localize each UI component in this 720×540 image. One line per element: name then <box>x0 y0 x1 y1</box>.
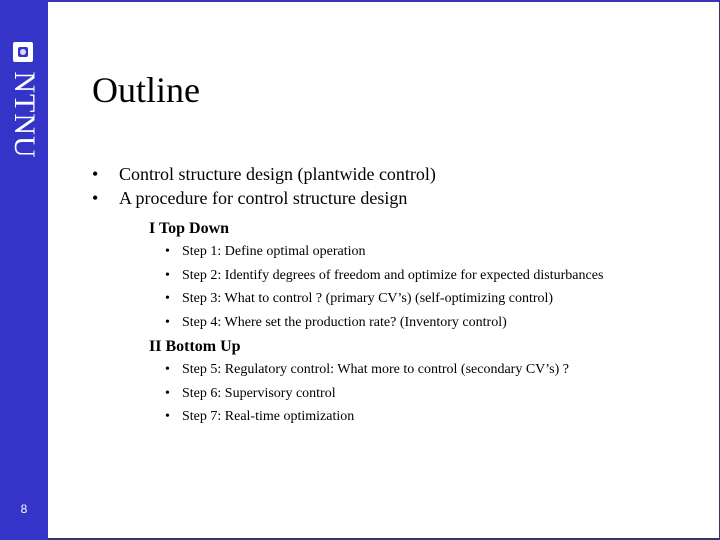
step-item: • Step 2: Identify degrees of freedom an… <box>165 264 603 288</box>
step-item: • Step 7: Real-time optimization <box>165 405 569 429</box>
step-item: • Step 6: Supervisory control <box>165 382 569 406</box>
step-item: • Step 3: What to control ? (primary CV’… <box>165 287 603 311</box>
step-item: • Step 4: Where set the production rate?… <box>165 311 603 335</box>
sidebar: NTNU 8 <box>0 0 48 540</box>
slide-title: Outline <box>92 70 200 110</box>
ntnu-logo-text: NTNU <box>8 71 41 159</box>
step-text: Step 3: What to control ? (primary CV’s)… <box>182 291 554 306</box>
step-item: • Step 5: Regulatory control: What more … <box>165 358 569 382</box>
bullet-icon: • <box>165 409 170 424</box>
step-list-top-down: • Step 1: Define optimal operation • Ste… <box>165 240 603 334</box>
page-number: 8 <box>20 502 28 516</box>
bullet-icon: • <box>165 291 170 306</box>
bullet-item: • Control structure design (plantwide co… <box>92 162 436 186</box>
bullet-icon: • <box>92 188 99 208</box>
ntnu-logo-icon <box>13 42 33 62</box>
step-text: Step 7: Real-time optimization <box>182 409 355 424</box>
section-heading-bottom-up: II Bottom Up <box>149 338 241 355</box>
bullet-icon: • <box>92 164 99 184</box>
bullet-item: • A procedure for control structure desi… <box>92 186 436 210</box>
bullet-icon: • <box>165 314 170 330</box>
bullet-icon: • <box>165 362 170 377</box>
step-text: Step 4: Where set the production rate? (… <box>182 314 507 330</box>
top-border <box>0 0 720 2</box>
step-list-bottom-up: • Step 5: Regulatory control: What more … <box>165 358 569 429</box>
step-text: Step 5: Regulatory control: What more to… <box>182 362 569 377</box>
bullet-icon: • <box>165 267 170 283</box>
main-bullet-list: • Control structure design (plantwide co… <box>92 162 436 210</box>
step-text: Step 2: Identify degrees of freedom and … <box>182 267 604 283</box>
bullet-icon: • <box>165 385 170 401</box>
step-text: Step 1: Define optimal operation <box>182 244 366 259</box>
bullet-icon: • <box>165 244 170 259</box>
bullet-text: A procedure for control structure design <box>119 188 408 208</box>
section-heading-top-down: I Top Down <box>149 220 230 237</box>
bullet-text: Control structure design (plantwide cont… <box>119 164 436 184</box>
step-text: Step 6: Supervisory control <box>182 385 336 401</box>
step-item: • Step 1: Define optimal operation <box>165 240 603 264</box>
